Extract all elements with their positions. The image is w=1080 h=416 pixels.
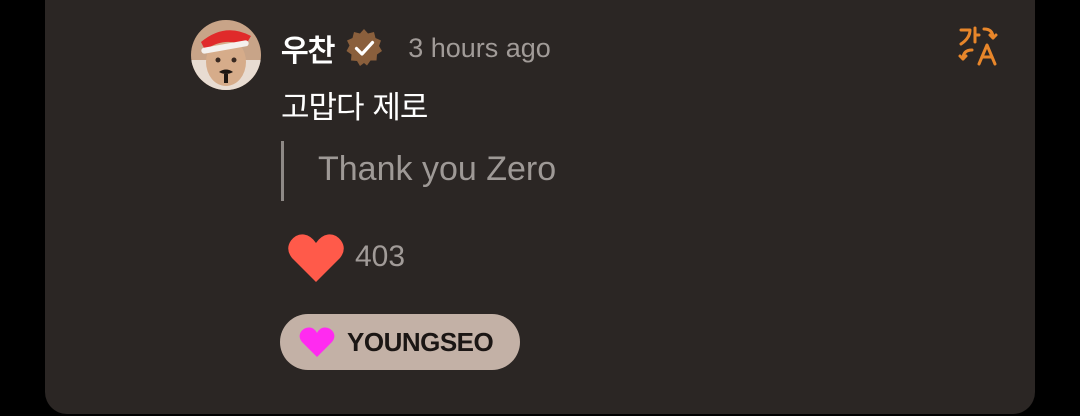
verified-badge-icon [346, 29, 383, 66]
quote-bar [281, 141, 284, 201]
comment-time: 3 hours ago [408, 32, 551, 63]
comment-header: 우찬 3 hours ago [281, 26, 551, 70]
avatar[interactable] [191, 20, 261, 90]
translate-icon[interactable] [956, 24, 1002, 68]
avatar-photo [191, 20, 261, 90]
author-name[interactable]: 우찬 [281, 26, 335, 70]
translated-text: Thank you Zero [318, 150, 557, 188]
tag-chip[interactable]: YOUNGSEO [280, 314, 520, 370]
like-count: 403 [355, 240, 406, 273]
comment-text: 고맙다 제로 [281, 90, 428, 126]
heart-icon [299, 327, 335, 357]
like-heart-icon[interactable] [287, 232, 345, 284]
tag-label: YOUNGSEO [347, 326, 494, 357]
